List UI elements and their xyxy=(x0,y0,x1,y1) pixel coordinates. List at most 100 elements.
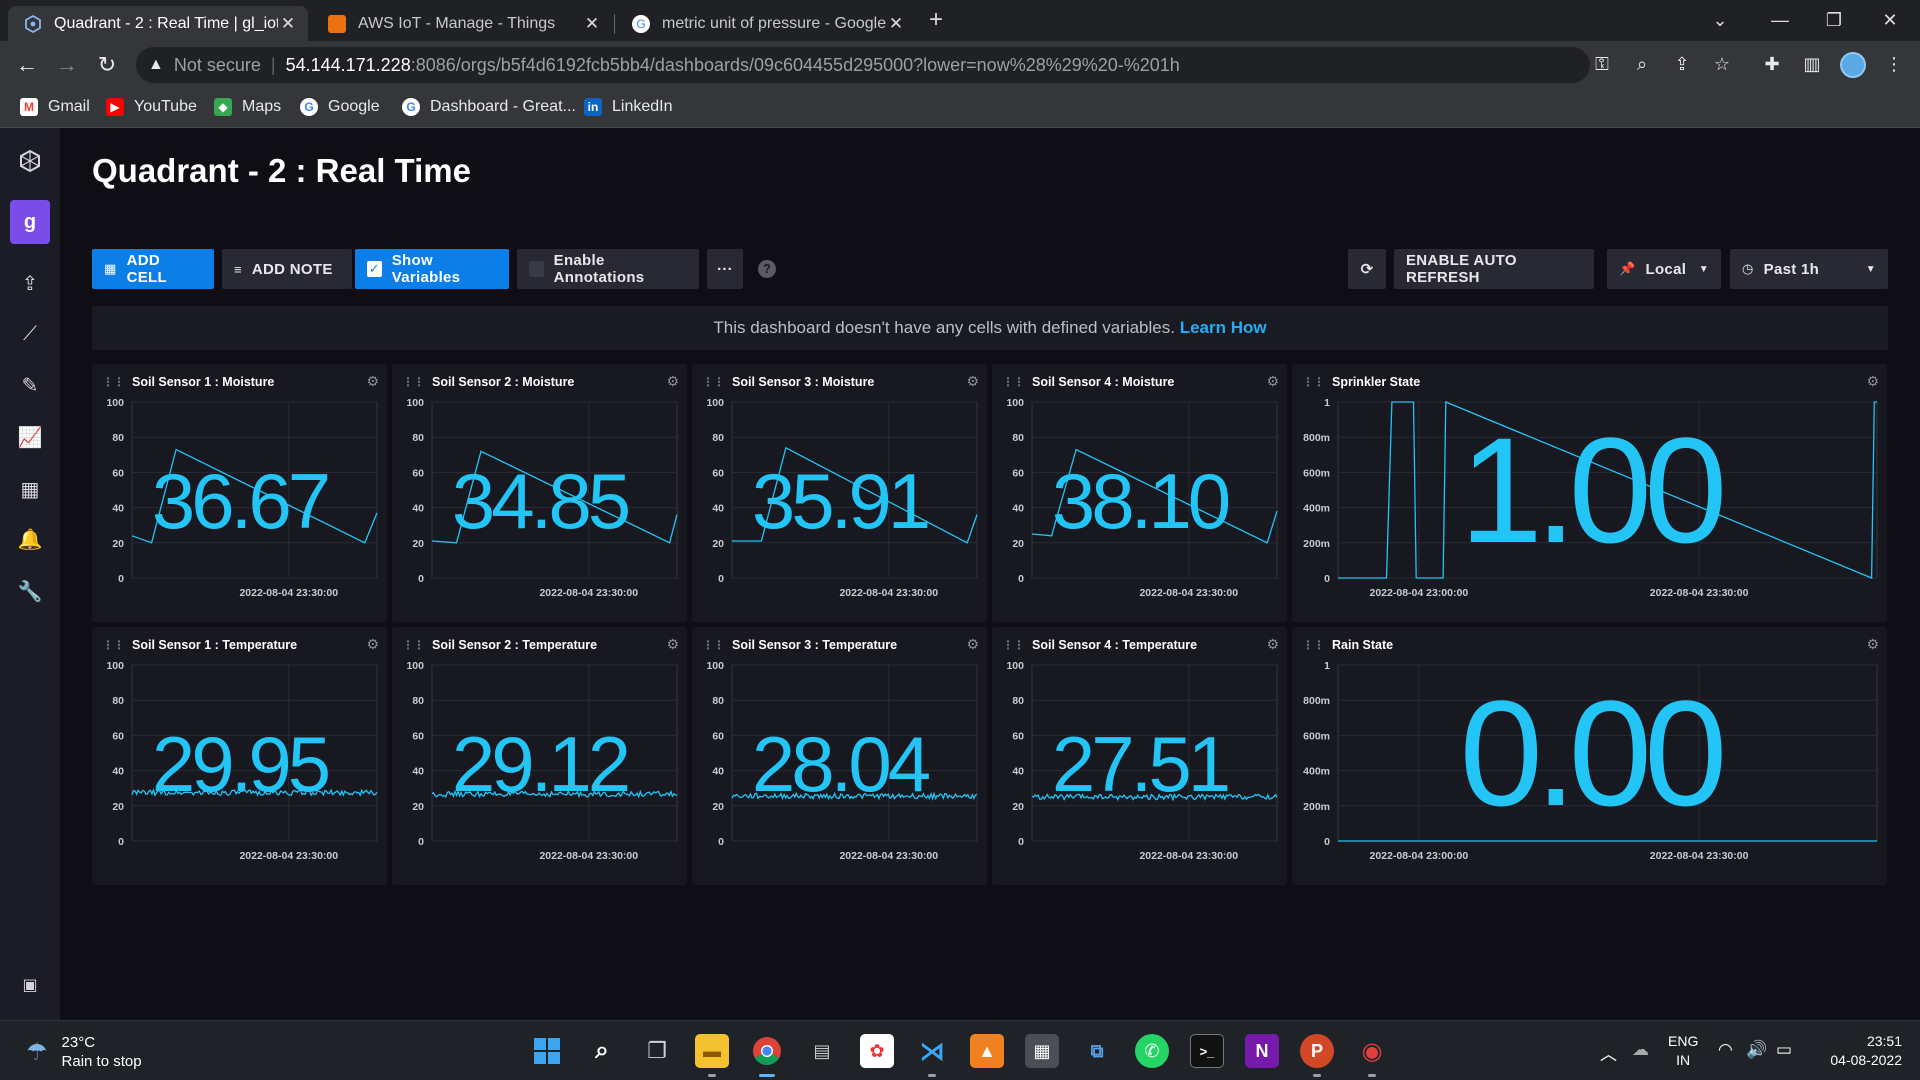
help-icon[interactable]: ? xyxy=(758,260,776,278)
onenote-icon[interactable]: N xyxy=(1245,1034,1279,1068)
close-tab-icon[interactable]: ✕ xyxy=(278,14,298,34)
reload-icon[interactable]: ↻ xyxy=(92,50,122,80)
drag-handle-icon[interactable]: ⋮⋮ xyxy=(1002,375,1025,389)
dashboard-cell[interactable]: ⋮⋮ Soil Sensor 4 : Moisture ⚙ 0 20 40 60 80 100 2… xyxy=(992,364,1287,622)
gear-icon[interactable]: ⚙ xyxy=(966,636,979,653)
language-indicator[interactable]: ENG IN xyxy=(1668,1032,1698,1070)
system-clock[interactable]: 23:51 04-08-2022 xyxy=(1812,1032,1902,1070)
bell-icon[interactable]: 🔔 xyxy=(0,520,60,560)
cell-header[interactable]: ⋮⋮ Soil Sensor 1 : Moisture ⚙ xyxy=(102,372,379,392)
dashboard-cell[interactable]: ⋮⋮ Soil Sensor 3 : Moisture ⚙ 0 20 40 60 80 100 2… xyxy=(692,364,987,622)
cell-header[interactable]: ⋮⋮ Soil Sensor 2 : Moisture ⚙ xyxy=(402,372,679,392)
app-icon[interactable]: ▲ xyxy=(970,1034,1004,1068)
wrench-icon[interactable]: 🔧 xyxy=(0,572,60,612)
close-tab-icon[interactable]: ✕ xyxy=(886,14,906,34)
add-cell-button[interactable]: ▦ ADD CELL xyxy=(92,249,214,289)
drag-handle-icon[interactable]: ⋮⋮ xyxy=(702,638,725,652)
dashboard-cell[interactable]: ⋮⋮ Soil Sensor 2 : Moisture ⚙ 0 20 40 60 80 100 2… xyxy=(392,364,687,622)
dashboard-cell[interactable]: ⋮⋮ Soil Sensor 1 : Temperature ⚙ 0 20 40 60 80 1… xyxy=(92,627,387,885)
windows-start-icon[interactable] xyxy=(530,1034,564,1068)
gear-icon[interactable]: ⚙ xyxy=(1866,636,1879,653)
powerpoint-icon[interactable]: P xyxy=(1300,1034,1334,1077)
dashboard-cell[interactable]: ⋮⋮ Sprinkler State ⚙ 0 200m 400m 600m 800m 1 2022… xyxy=(1292,364,1887,622)
drag-handle-icon[interactable]: ⋮⋮ xyxy=(702,375,725,389)
cell-header[interactable]: ⋮⋮ Soil Sensor 3 : Moisture ⚙ xyxy=(702,372,979,392)
terminal-icon[interactable]: >_ xyxy=(1190,1034,1224,1068)
bookmark-gmail[interactable]: M Gmail xyxy=(20,98,90,116)
battery-icon[interactable]: ▭ xyxy=(1776,1040,1792,1060)
timezone-dropdown[interactable]: 📌 Local ▼ xyxy=(1607,249,1721,289)
app-icon[interactable]: ▤ xyxy=(805,1034,839,1068)
cell-header[interactable]: ⋮⋮ Rain State ⚙ xyxy=(1302,635,1879,655)
file-explorer-icon[interactable]: ▬ xyxy=(695,1034,729,1077)
drag-handle-icon[interactable]: ⋮⋮ xyxy=(102,375,125,389)
task-view-icon[interactable]: ❐ xyxy=(640,1034,674,1068)
bookmark-star-icon[interactable]: ☆ xyxy=(1708,50,1736,78)
calculator-icon[interactable]: ▦ xyxy=(1025,1034,1059,1068)
dashboard-cell[interactable]: ⋮⋮ Soil Sensor 3 : Temperature ⚙ 0 20 40 60 80 1… xyxy=(692,627,987,885)
data-explorer-icon[interactable]: ⟋ xyxy=(0,314,60,354)
notebook-icon[interactable]: ✎ xyxy=(0,366,60,406)
menu-icon[interactable]: ⋮ xyxy=(1880,50,1908,78)
profile-avatar[interactable] xyxy=(1840,52,1866,78)
drag-handle-icon[interactable]: ⋮⋮ xyxy=(1302,375,1325,389)
bookmark-linkedin[interactable]: in LinkedIn xyxy=(584,98,673,116)
time-range-dropdown[interactable]: ◷ Past 1h ▼ xyxy=(1730,249,1888,289)
drag-handle-icon[interactable]: ⋮⋮ xyxy=(102,638,125,652)
paint-icon[interactable]: ✿ xyxy=(860,1034,894,1068)
gear-icon[interactable]: ⚙ xyxy=(666,373,679,390)
tab-search-icon[interactable]: ⌄ xyxy=(1692,0,1748,41)
network-app-icon[interactable]: ⧉ xyxy=(1080,1034,1114,1068)
cell-header[interactable]: ⋮⋮ Soil Sensor 4 : Temperature ⚙ xyxy=(1002,635,1279,655)
dashboard-cell[interactable]: ⋮⋮ Soil Sensor 4 : Temperature ⚙ 0 20 40 60 80 1… xyxy=(992,627,1287,885)
show-variables-toggle[interactable]: ✓ Show Variables xyxy=(355,249,509,289)
bookmark-google[interactable]: G Google xyxy=(300,98,380,116)
volume-icon[interactable]: 🔊 xyxy=(1746,1040,1767,1060)
tray-chevron-icon[interactable]: ︿ xyxy=(1600,1040,1617,1065)
minimize-icon[interactable]: — xyxy=(1752,0,1808,41)
share-icon[interactable]: ⇪ xyxy=(1668,50,1696,78)
side-panel-icon[interactable]: ▥ xyxy=(1798,50,1826,78)
gear-icon[interactable]: ⚙ xyxy=(966,373,979,390)
whatsapp-icon[interactable]: ✆ xyxy=(1135,1034,1169,1068)
cell-header[interactable]: ⋮⋮ Soil Sensor 4 : Moisture ⚙ xyxy=(1002,372,1279,392)
search-icon[interactable]: ⌕ xyxy=(585,1034,619,1068)
cell-header[interactable]: ⋮⋮ Soil Sensor 3 : Temperature ⚙ xyxy=(702,635,979,655)
learn-how-link[interactable]: Learn How xyxy=(1180,318,1267,337)
gear-icon[interactable]: ⚙ xyxy=(1266,636,1279,653)
close-tab-icon[interactable]: ✕ xyxy=(582,14,602,34)
zoom-icon[interactable]: ⌕ xyxy=(1628,50,1656,78)
gear-icon[interactable]: ⚙ xyxy=(666,636,679,653)
add-note-button[interactable]: ≡ ADD NOTE xyxy=(222,249,352,289)
auto-refresh-button[interactable]: ENABLE AUTO REFRESH xyxy=(1394,249,1594,289)
cell-header[interactable]: ⋮⋮ Soil Sensor 2 : Temperature ⚙ xyxy=(402,635,679,655)
weather-widget[interactable]: ☂ 23°C Rain to stop xyxy=(26,1033,142,1071)
refresh-button[interactable]: ⟳ xyxy=(1348,249,1386,289)
drag-handle-icon[interactable]: ⋮⋮ xyxy=(402,638,425,652)
dashboard-cell[interactable]: ⋮⋮ Soil Sensor 1 : Moisture ⚙ 0 20 40 60 80 100 2… xyxy=(92,364,387,622)
calendar-icon[interactable]: ▦ xyxy=(0,470,60,510)
dashboard-cell[interactable]: ⋮⋮ Rain State ⚙ 0 200m 400m 600m 800m 1 2022-08-0… xyxy=(1292,627,1887,885)
more-options-button[interactable]: ··· xyxy=(707,249,743,289)
drag-handle-icon[interactable]: ⋮⋮ xyxy=(1302,638,1325,652)
forward-icon[interactable]: → xyxy=(52,50,82,80)
bookmark-dashboard[interactable]: G Dashboard - Great... xyxy=(402,98,576,116)
drag-handle-icon[interactable]: ⋮⋮ xyxy=(1002,638,1025,652)
vscode-icon[interactable]: ⋊ xyxy=(915,1034,949,1077)
wifi-icon[interactable]: ◠ xyxy=(1718,1040,1733,1060)
tab-aws-iot[interactable]: AWS IoT - Manage - Things ✕ xyxy=(312,6,612,41)
chrome-icon[interactable] xyxy=(750,1034,784,1077)
gear-icon[interactable]: ⚙ xyxy=(1866,373,1879,390)
org-avatar[interactable]: g xyxy=(10,200,50,244)
address-bar[interactable]: ▲ Not secure | 54.144.171.228:8086/orgs/… xyxy=(136,47,1590,83)
gear-icon[interactable]: ⚙ xyxy=(366,636,379,653)
recorder-icon[interactable]: ◉ xyxy=(1355,1034,1389,1077)
drag-handle-icon[interactable]: ⋮⋮ xyxy=(402,375,425,389)
tab-google-search[interactable]: G metric unit of pressure - Google ✕ xyxy=(616,6,916,41)
restore-icon[interactable]: ❐ xyxy=(1806,0,1862,41)
back-icon[interactable]: ← xyxy=(12,50,42,80)
bookmark-maps[interactable]: ◆ Maps xyxy=(214,98,281,116)
dashboard-cell[interactable]: ⋮⋮ Soil Sensor 2 : Temperature ⚙ 0 20 40 60 80 1… xyxy=(392,627,687,885)
extensions-icon[interactable]: ✚ xyxy=(1758,50,1786,78)
tab-quadrant[interactable]: Quadrant - 2 : Real Time | gl_iot_ ✕ xyxy=(8,6,308,41)
